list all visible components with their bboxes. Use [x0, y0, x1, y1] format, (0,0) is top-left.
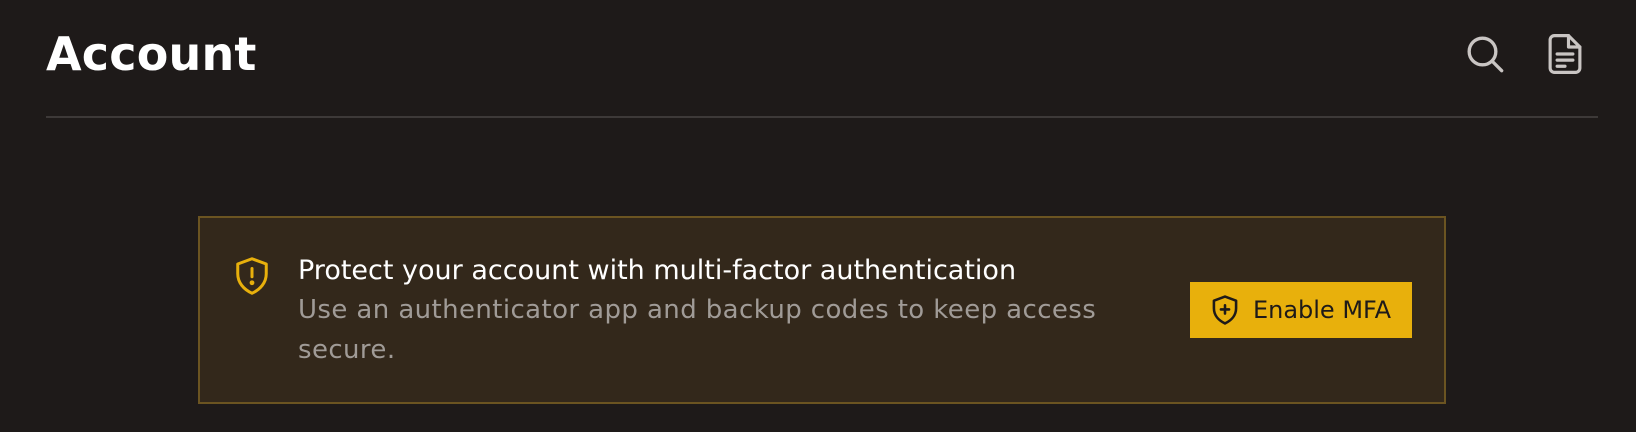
shield-alert-icon: [234, 256, 270, 296]
account-page: Account Protect your account with multi-…: [0, 0, 1636, 432]
document-icon: [1548, 34, 1582, 74]
page-title: Account: [46, 27, 257, 81]
enable-mfa-label: Enable MFA: [1252, 296, 1392, 324]
page-header: Account: [46, 0, 1598, 118]
enable-mfa-button[interactable]: Enable MFA: [1190, 282, 1412, 338]
mfa-alert: Protect your account with multi-factor a…: [198, 216, 1446, 404]
shield-plus-icon: [1212, 295, 1238, 325]
search-button[interactable]: [1462, 28, 1508, 80]
alert-description: Use an authenticator app and backup code…: [298, 295, 1097, 365]
document-button[interactable]: [1542, 28, 1588, 80]
search-icon: [1467, 36, 1504, 73]
alert-title: Protect your account with multi-factor a…: [298, 255, 1017, 286]
alert-text: Protect your account with multi-factor a…: [298, 252, 1158, 370]
header-actions: [1462, 28, 1588, 80]
